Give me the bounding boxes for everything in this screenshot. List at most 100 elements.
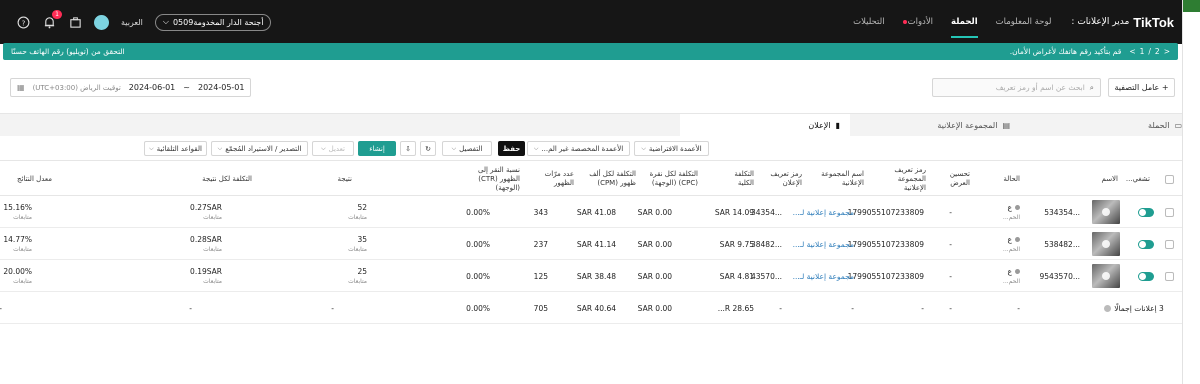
col-status[interactable]: الحالة	[990, 161, 1020, 197]
calendar-icon: ▦	[17, 83, 25, 92]
col-adgroup-name[interactable]: اسم المجموعة الإعلانية	[816, 161, 864, 197]
table-row[interactable]: ...9543570 ع الحم... - 1799055107233809 مجموع…	[0, 260, 1182, 292]
table-row[interactable]: ...534354 ع الحم... - 1799055107233809 مجموعة…	[0, 196, 1182, 228]
tab-adgroup[interactable]: ▤ المجموعة الإعلانية	[860, 114, 1020, 137]
status-dot-icon	[1015, 237, 1020, 242]
col-adgroup-id[interactable]: رمز تعريف المجموعة الإعلانية	[878, 161, 926, 197]
bulk-export-import-dropdown[interactable]: التصدير / الاستيراد المُجمّع ⌵	[211, 141, 308, 156]
col-cost[interactable]: التكلفة الكلية	[726, 161, 754, 197]
pager-next-icon[interactable]: >	[1164, 47, 1170, 56]
ad-thumbnail[interactable]	[1092, 232, 1120, 256]
tab-campaign[interactable]: ▭ الحملة	[1125, 114, 1182, 137]
optimize-value: -	[949, 207, 952, 217]
row-checkbox[interactable]	[1165, 239, 1174, 249]
adgroup-name-link[interactable]: مجموعة إعلانية لـ...	[788, 208, 854, 217]
ad-name: ...538482	[1044, 239, 1080, 249]
adgroup-id: 1799055107233809	[847, 271, 924, 281]
pager-total: 2	[1154, 47, 1160, 56]
col-switch[interactable]: تشغي...	[1126, 161, 1150, 197]
ad-status-toggle[interactable]	[1138, 239, 1154, 249]
col-name[interactable]: الاسم	[1063, 161, 1118, 197]
notice-right: < 1 / 2 > قم بتأكيد رقم هاتفك لأغراض الأ…	[1010, 47, 1170, 56]
ad-thumbnail[interactable]	[1092, 264, 1120, 288]
nav-campaign[interactable]: الحملة	[951, 0, 978, 44]
language-selector[interactable]: العربية	[121, 18, 143, 27]
notice-text: قم بتأكيد رقم هاتفك لأغراض الأمان.	[1009, 47, 1122, 56]
download-icon[interactable]: ⇩	[400, 141, 416, 156]
result-rate: 20.00%	[3, 267, 32, 276]
col-result[interactable]: نتيجة	[312, 161, 352, 197]
grid-icon: ▤	[1002, 121, 1010, 130]
table-row[interactable]: ...538482 ع الحم... - 1799055107233809 مجموعة…	[0, 228, 1182, 260]
ad-status: ع	[1007, 203, 1012, 212]
user-avatar[interactable]	[94, 14, 109, 30]
result-value-unit: متابعات	[348, 246, 367, 253]
col-ad-id[interactable]: رمز تعريف الإعلان	[768, 161, 802, 197]
edit-dropdown[interactable]: تعديل ⌵	[312, 141, 354, 156]
chevron-down-icon: ⌵	[641, 144, 646, 152]
row-checkbox[interactable]	[1165, 271, 1174, 281]
ad-status-toggle[interactable]	[1138, 207, 1154, 217]
top-right-controls: ? 1 العربية ⌵ أجنحة الدار المخدومة0509	[16, 0, 272, 44]
pager-prev-icon[interactable]: <	[1129, 47, 1135, 56]
status-dot-icon	[1015, 269, 1020, 274]
help-icon[interactable]: ?	[16, 15, 30, 29]
adgroup-id: 1799055107233809	[847, 239, 924, 249]
level-tabs: ▭ الحملة ▤ المجموعة الإعلانية ▮ الإعلان	[0, 113, 1182, 137]
search-placeholder: ابحث عن اسم أو رمز تعريف	[995, 83, 1085, 92]
result-value-unit: متابعات	[348, 278, 367, 285]
result-value: 25	[357, 267, 367, 276]
chevron-down-icon: ⌵	[149, 144, 154, 152]
create-button[interactable]: إنشاء	[358, 141, 396, 156]
nav-tools[interactable]: الأدوات	[902, 0, 933, 44]
adgroup-name-link[interactable]: مجموعة إعلانية لـ...	[788, 272, 854, 281]
status-dot-icon	[1015, 205, 1020, 210]
refresh-icon[interactable]: ↻	[420, 141, 436, 156]
breakdown-dropdown[interactable]: التفصيل ⌵	[442, 141, 492, 156]
result-rate-unit: متابعات	[13, 278, 32, 285]
adgroup-name-link[interactable]: مجموعة إعلانية لـ...	[788, 240, 854, 249]
ad-name: ...9543570	[1039, 271, 1080, 281]
tab-ad[interactable]: ▮ الإعلان	[680, 114, 850, 137]
total-cpm: SAR 40.64	[576, 303, 616, 313]
col-result-rate[interactable]: معدل النتائج	[8, 161, 52, 197]
notifications-bell-icon[interactable]: 1	[42, 10, 62, 29]
table-header: تشغي... الاسم الحالة تحسين العرض رمز تعر…	[0, 160, 1182, 196]
date-range-picker[interactable]: ▦ (UTC+03:00) توقيت الرياض 2024-06-01 ~ …	[10, 78, 252, 97]
account-selector[interactable]: ⌵ أجنحة الدار المخدومة0509	[154, 13, 272, 31]
cost-per-result-unit: متابعات	[203, 278, 222, 285]
nav-analytics[interactable]: التحليلات	[853, 0, 884, 44]
col-cost-per-result[interactable]: التكلفة لكل نتيجة	[182, 161, 252, 197]
search-input[interactable]: ⌕ ابحث عن اسم أو رمز تعريف	[932, 78, 1101, 97]
chevron-down-icon: ⌵	[451, 144, 457, 152]
custom-columns-dropdown[interactable]: الأعمدة المخصصة غير الم... ⌵	[527, 141, 630, 156]
total-cost: SAR 4.81	[719, 271, 754, 281]
row-checkbox[interactable]	[1165, 207, 1174, 217]
col-cpm[interactable]: التكلفة لكل ألف ظهور (CPM)	[586, 161, 636, 197]
tiktok-ads-logo[interactable]: TikTok مدير الإعلانات :	[1071, 15, 1174, 30]
col-impressions[interactable]: عدد مرّات الظهور	[534, 161, 574, 197]
ad-thumbnail[interactable]	[1092, 200, 1120, 224]
col-optimize[interactable]: تحسين العرض	[940, 161, 970, 197]
automated-rules-dropdown[interactable]: القواعد التلقائية ⌵	[144, 141, 207, 156]
ad-status-toggle[interactable]	[1138, 271, 1154, 281]
verify-phone-link[interactable]: التحقق من (تويليو) رقم الهاتف حسنًا	[11, 47, 125, 56]
save-button[interactable]: حفظ	[498, 141, 525, 156]
adgroup-id: 1799055107233809	[847, 207, 924, 217]
default-columns-dropdown[interactable]: الأعمدة الافتراضية ⌵	[634, 141, 709, 156]
add-filter-button[interactable]: + عامل التصفية	[1108, 78, 1175, 97]
total-status: -	[1017, 303, 1020, 313]
cost-per-result: 0.27SAR	[190, 203, 222, 212]
chevron-down-icon: ⌵	[533, 144, 539, 152]
brand-subtitle: مدير الإعلانات :	[1071, 17, 1130, 27]
chevron-down-icon: ⌵	[162, 17, 169, 26]
nav-dashboard[interactable]: لوحة المعلومات	[996, 0, 1052, 44]
col-ctr[interactable]: نسبة النقر إلى الظهور (CTR) (الوجهة)	[458, 161, 520, 197]
business-center-icon[interactable]	[68, 15, 82, 29]
impressions-value: 343	[533, 207, 548, 217]
impressions-value: 125	[533, 271, 548, 281]
select-all-checkbox[interactable]	[1165, 174, 1174, 184]
date-end: 2024-06-01	[128, 83, 176, 92]
col-cpc[interactable]: التكلفة لكل نقرة (CPC) (الوجهة)	[648, 161, 698, 197]
cost-per-result-unit: متابعات	[203, 214, 222, 221]
